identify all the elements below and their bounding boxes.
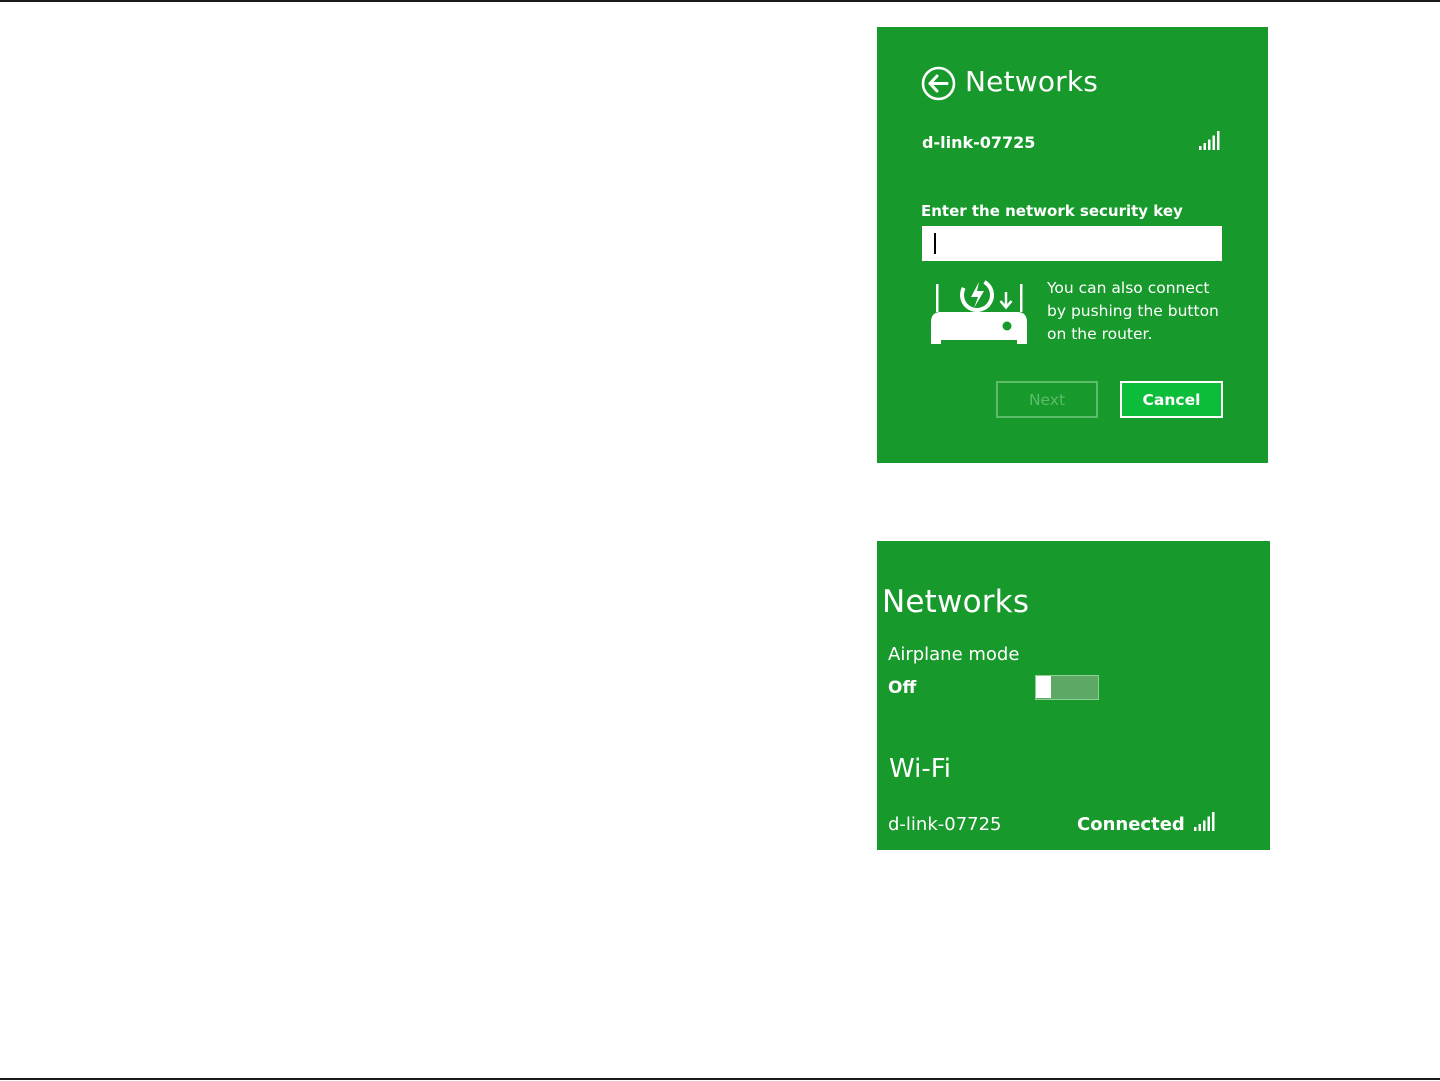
back-arrow-icon[interactable] [921,66,956,101]
toggle-thumb [1036,676,1051,698]
network-name: d-link-07725 [888,814,1002,835]
wps-instructions: You can also connect by pushing the butt… [1047,277,1247,346]
panel-title: Networks [882,584,1030,620]
connection-status: Connected [1077,814,1185,835]
security-key-label: Enter the network security key [921,202,1183,220]
wps-line-1: You can also connect [1047,279,1210,297]
security-key-input[interactable] [922,226,1222,261]
wps-line-3: on the router. [1047,325,1153,343]
text-cursor [934,233,936,254]
wps-line-2: by pushing the button [1047,302,1219,320]
wps-router-icon [931,278,1027,344]
top-divider [0,0,1440,2]
wifi-network-item[interactable]: d-link-07725 Connected [888,812,1260,836]
network-connect-panel: Networks d-link-07725 Enter the network … [877,27,1268,463]
security-key-field [922,226,1222,261]
bottom-divider [0,1078,1440,1080]
network-status-panel: Networks Airplane mode Off Wi-Fi d-link-… [877,541,1270,850]
airplane-mode-toggle[interactable] [1035,675,1099,700]
airplane-mode-value: Off [888,678,917,698]
cancel-button[interactable]: Cancel [1120,381,1223,418]
next-button[interactable]: Next [996,381,1098,418]
signal-strength-icon [1199,131,1220,150]
network-name: d-link-07725 [922,133,1036,152]
panel-title: Networks [965,65,1099,98]
wifi-section-title: Wi-Fi [889,754,952,784]
airplane-mode-label: Airplane mode [888,644,1020,665]
signal-strength-icon [1194,812,1215,831]
